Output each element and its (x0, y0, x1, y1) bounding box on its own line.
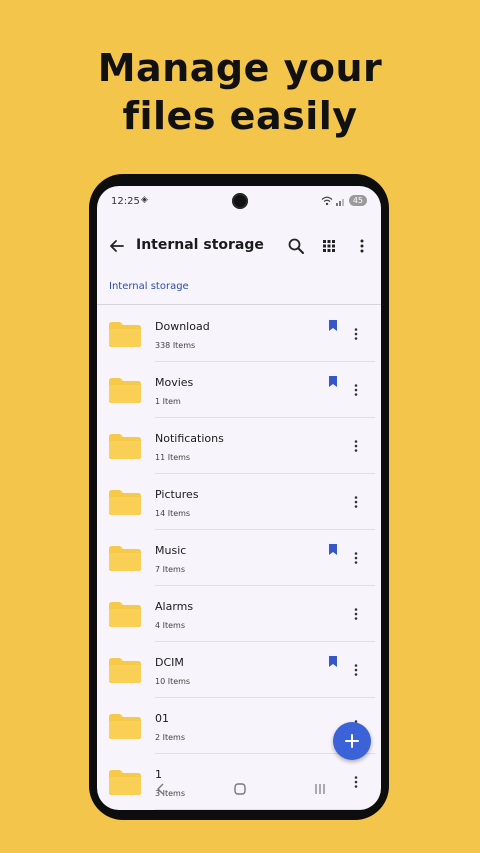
folder-item-count: 4 Items (155, 621, 186, 630)
folder-item-count: 2 Items (155, 733, 186, 742)
breadcrumb-divider (97, 304, 381, 305)
search-icon[interactable] (286, 236, 306, 256)
phone-frame: 12:25 ◈ 45 Internal storage Internal sto… (89, 174, 389, 820)
folder-icon (109, 490, 141, 515)
folder-icon (109, 658, 141, 683)
bookmark-icon[interactable] (329, 656, 337, 667)
folder-icon (109, 602, 141, 627)
folder-row[interactable]: Download 338 Items (97, 306, 381, 362)
wifi-icon (321, 196, 333, 205)
folder-item-count: 10 Items (155, 677, 191, 686)
promo-line-1: Manage your (97, 46, 383, 90)
promo-line-2: files easily (122, 94, 358, 138)
more-vert-icon[interactable] (348, 550, 364, 566)
folder-row[interactable]: DCIM 10 Items (97, 642, 381, 698)
back-arrow-icon[interactable] (107, 236, 127, 256)
signal-icon (335, 198, 344, 206)
folder-icon (109, 322, 141, 347)
system-nav-bar (97, 780, 381, 802)
more-vert-icon[interactable] (348, 326, 364, 342)
more-vert-icon[interactable] (348, 606, 364, 622)
bookmark-icon[interactable] (329, 544, 337, 555)
plus-icon (345, 734, 359, 748)
folder-item-count: 14 Items (155, 509, 191, 518)
battery-level: 45 (348, 195, 367, 206)
status-icons: 45 (321, 195, 367, 206)
more-vert-icon[interactable] (348, 662, 364, 678)
folder-item-count: 11 Items (155, 453, 191, 462)
grid-view-icon[interactable] (319, 236, 339, 256)
folder-row[interactable]: Movies 1 Item (97, 362, 381, 418)
app-bar: Internal storage (97, 226, 381, 266)
folder-name: DCIM (155, 656, 184, 669)
nav-back-icon[interactable] (155, 782, 167, 796)
folder-name: Music (155, 544, 187, 557)
folder-item-count: 338 Items (155, 341, 196, 350)
folder-icon (109, 378, 141, 403)
page-title: Internal storage (136, 237, 264, 253)
folder-name: Alarms (155, 600, 194, 613)
folder-row[interactable]: Pictures 14 Items (97, 474, 381, 530)
folder-name: Notifications (155, 432, 224, 445)
more-vert-icon[interactable] (352, 236, 372, 256)
nav-recents-icon[interactable] (313, 782, 327, 796)
folder-name: Download (155, 320, 210, 333)
folder-item-count: 7 Items (155, 565, 186, 574)
more-vert-icon[interactable] (348, 494, 364, 510)
folder-name: 01 (155, 712, 169, 725)
add-button[interactable] (333, 722, 371, 760)
folder-icon (109, 546, 141, 571)
folder-item-count: 1 Item (155, 397, 181, 406)
folder-name: Pictures (155, 488, 199, 501)
status-time: 12:25 (111, 196, 140, 207)
breadcrumb[interactable]: Internal storage (109, 281, 189, 292)
folder-row[interactable]: Alarms 4 Items (97, 586, 381, 642)
folder-icon (109, 714, 141, 739)
front-camera (232, 193, 248, 209)
phone-screen: 12:25 ◈ 45 Internal storage Internal sto… (97, 186, 381, 810)
folder-row[interactable]: Music 7 Items (97, 530, 381, 586)
folder-name: Movies (155, 376, 194, 389)
promo-headline: Manage your files easily (0, 44, 480, 140)
location-icon: ◈ (141, 195, 148, 205)
nav-home-icon[interactable] (233, 782, 247, 796)
folder-icon (109, 434, 141, 459)
bookmark-icon[interactable] (329, 320, 337, 331)
more-vert-icon[interactable] (348, 438, 364, 454)
bookmark-icon[interactable] (329, 376, 337, 387)
folder-row[interactable]: Notifications 11 Items (97, 418, 381, 474)
more-vert-icon[interactable] (348, 382, 364, 398)
row-divider (155, 809, 375, 810)
